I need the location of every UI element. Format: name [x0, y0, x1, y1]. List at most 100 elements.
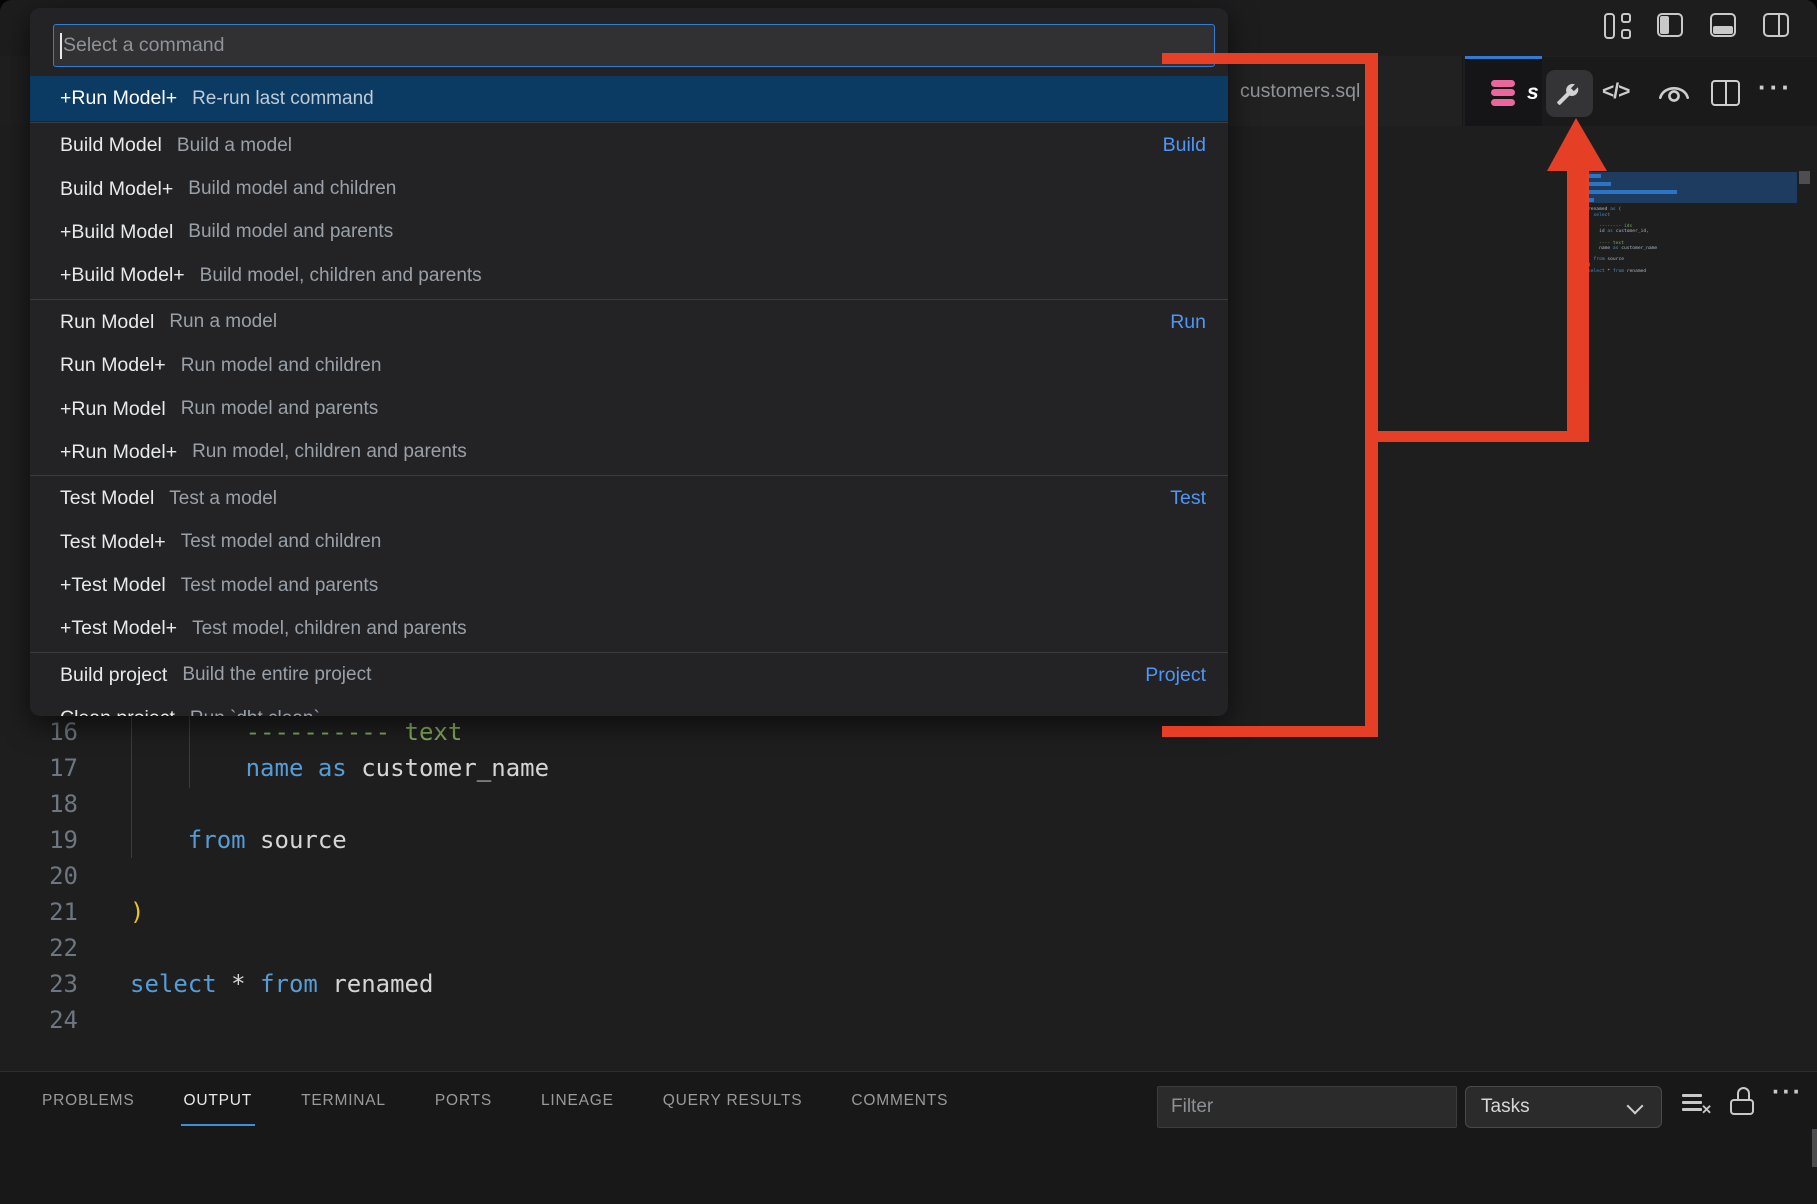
- toggle-panel-icon[interactable]: [1710, 12, 1740, 40]
- lock-scroll-icon[interactable]: [1730, 1087, 1756, 1119]
- eye-preview-icon[interactable]: [1658, 78, 1690, 111]
- palette-item[interactable]: +Run Model+Run model, children and paren…: [30, 431, 1228, 474]
- item-label: Run Model: [60, 311, 154, 334]
- group-divider: [30, 652, 1228, 653]
- palette-item[interactable]: Run Model+Run model and children: [30, 344, 1228, 387]
- line-number: 18: [0, 786, 78, 822]
- item-description: Build model, children and parents: [200, 265, 482, 287]
- clear-output-icon[interactable]: ✕: [1681, 1088, 1713, 1120]
- palette-item[interactable]: +Build Model+ Build model, children and p…: [30, 254, 1228, 297]
- line-number: 23: [0, 966, 78, 1002]
- command-input[interactable]: [53, 24, 1215, 67]
- palette-item[interactable]: Test Model+ Test model and children: [30, 521, 1228, 564]
- group-divider: [30, 475, 1228, 476]
- compiled-code-icon[interactable]: </>: [1602, 80, 1629, 104]
- editor-more-actions-icon[interactable]: ···: [1758, 72, 1793, 103]
- category-badge: Build: [1163, 134, 1206, 157]
- panel-tabs: PROBLEMS OUTPUT TERMINAL PORTS LINEAGE QUERY …: [42, 1072, 948, 1130]
- tasks-dropdown[interactable]: Tasks: [1465, 1086, 1662, 1128]
- item-label: +Run Model: [60, 398, 166, 421]
- item-label: +Test Model+: [60, 617, 177, 640]
- tab-label: customers.sql: [1240, 80, 1360, 103]
- code-lines: 16 ---------- text17 name as customer_na…: [0, 714, 549, 1038]
- panel-tab-terminal[interactable]: TERMINAL: [301, 1092, 386, 1110]
- palette-item[interactable]: +Run Model+ Re-run last command: [30, 76, 1228, 121]
- palette-item[interactable]: Build projectBuild the entire projectPro…: [30, 654, 1228, 697]
- category-badge: Run: [1170, 311, 1206, 334]
- tab-active-model[interactable]: s: [1465, 56, 1542, 126]
- code-line: 17 name as customer_name: [0, 750, 549, 786]
- chevron-down-icon: [1627, 1098, 1644, 1115]
- bottom-panel: PROBLEMS OUTPUT TERMINAL PORTS LINEAGE QUERY …: [0, 1071, 1817, 1204]
- line-number: 20: [0, 858, 78, 894]
- tasks-label: Tasks: [1481, 1096, 1530, 1117]
- code-line: 21): [0, 894, 549, 930]
- item-description: Test model and children: [181, 531, 382, 553]
- category-badge: Test: [1170, 487, 1206, 510]
- item-description: Run `dbt clean`: [190, 708, 320, 716]
- code-line: 20: [0, 858, 549, 894]
- palette-item[interactable]: +Test Model+ Test model, children and par…: [30, 607, 1228, 650]
- palette-item[interactable]: Run Model Run a model Run: [30, 301, 1228, 344]
- item-label: +Run Model+: [60, 441, 177, 464]
- panel-tab-output[interactable]: OUTPUT: [184, 1092, 253, 1110]
- wrench-icon: [1556, 80, 1583, 107]
- code-line: 23select * from renamed: [0, 966, 549, 1002]
- item-description: Build model and children: [188, 178, 396, 200]
- palette-item[interactable]: Test ModelTest a modelTest: [30, 477, 1228, 520]
- panel-tab-problems[interactable]: PROBLEMS: [42, 1092, 135, 1110]
- palette-item[interactable]: +Build ModelBuild model and parents: [30, 211, 1228, 254]
- code-line: 22: [0, 930, 549, 966]
- palette-item[interactable]: +Test Model Test model and parents: [30, 564, 1228, 607]
- item-label: Build project: [60, 664, 167, 687]
- filter-input[interactable]: [1157, 1086, 1457, 1128]
- panel-tab-query-results[interactable]: QUERY RESULTS: [663, 1092, 803, 1110]
- database-icon: [1491, 80, 1515, 106]
- tab-customers-sql[interactable]: customers.sql: [1228, 56, 1463, 126]
- panel-scrollbar[interactable]: [1812, 1129, 1817, 1167]
- item-description: Test model and parents: [181, 575, 379, 597]
- item-description: Run a model: [169, 311, 277, 333]
- dbt-actions-button[interactable]: [1546, 70, 1593, 117]
- item-label: Test Model+: [60, 531, 166, 554]
- panel-tab-ports[interactable]: PORTS: [435, 1092, 492, 1110]
- item-description: Re-run last command: [192, 88, 374, 110]
- palette-item[interactable]: Build Model+ Build model and children: [30, 167, 1228, 210]
- editor-scrollbar[interactable]: [1799, 171, 1810, 184]
- minimap[interactable]: renamed as ( select -------- ids id as c…: [1586, 172, 1797, 274]
- item-label: +Run Model+: [60, 87, 177, 110]
- minimap-code: renamed as ( select -------- ids id as c…: [1586, 203, 1797, 274]
- window-layout-controls: [1604, 12, 1793, 40]
- line-number: 24: [0, 1002, 78, 1038]
- item-description: Run model and parents: [181, 398, 379, 420]
- panel-more-actions-icon[interactable]: ···: [1772, 1078, 1803, 1107]
- tab-label-truncated: s: [1527, 81, 1539, 105]
- item-label: Clean project: [60, 707, 175, 716]
- palette-item[interactable]: Build ModelBuild a modelBuild: [30, 124, 1228, 167]
- item-label: +Build Model: [60, 221, 173, 244]
- item-label: Build Model+: [60, 178, 173, 201]
- line-number: 22: [0, 930, 78, 966]
- panel-tab-lineage[interactable]: LINEAGE: [541, 1092, 614, 1110]
- customize-layout-icon[interactable]: [1604, 12, 1634, 40]
- palette-item[interactable]: +Run Model Run model and parents: [30, 387, 1228, 430]
- toggle-sidebar-icon[interactable]: [1657, 12, 1687, 40]
- category-badge: Project: [1145, 664, 1206, 687]
- line-number: 16: [0, 714, 78, 750]
- line-number: 21: [0, 894, 78, 930]
- item-description: Test model, children and parents: [192, 618, 467, 640]
- text-caret: [60, 33, 62, 59]
- item-label: +Build Model+: [60, 264, 185, 287]
- toggle-secondary-sidebar-icon[interactable]: [1763, 12, 1793, 40]
- code-line: 19 from source: [0, 822, 549, 858]
- palette-item[interactable]: Clean project Run `dbt clean`: [30, 697, 1228, 716]
- line-number: 17: [0, 750, 78, 786]
- item-label: Test Model: [60, 487, 154, 510]
- item-label: +Test Model: [60, 574, 166, 597]
- palette-list: +Run Model+ Re-run last command Build Mode…: [30, 76, 1228, 716]
- group-divider: [30, 122, 1228, 123]
- panel-tab-comments[interactable]: COMMENTS: [851, 1092, 948, 1110]
- split-editor-icon[interactable]: [1711, 80, 1740, 106]
- code-line: 24: [0, 1002, 549, 1038]
- item-description: Run model and children: [181, 355, 382, 377]
